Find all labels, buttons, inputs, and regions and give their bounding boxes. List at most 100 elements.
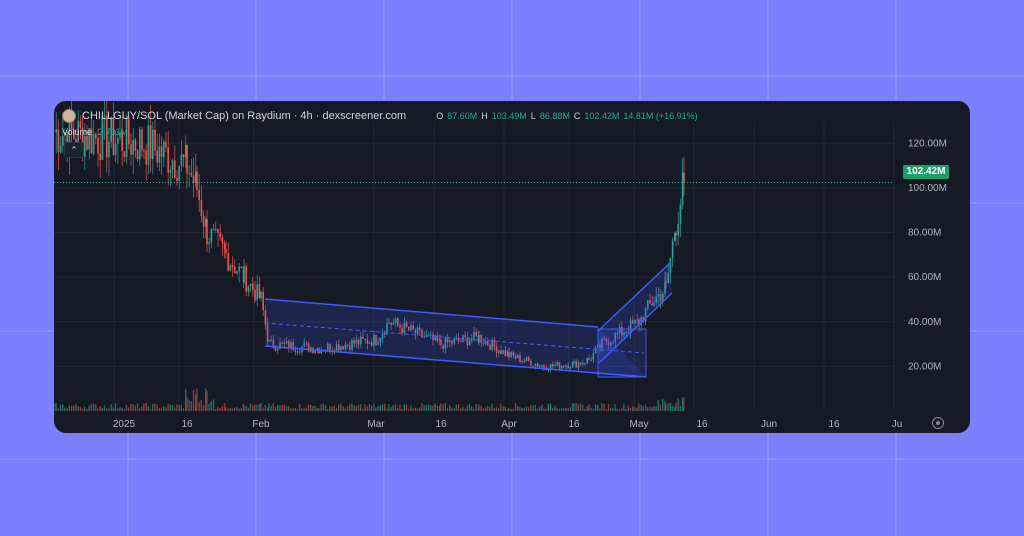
volume-bar [642,406,644,411]
volume-bar [412,408,414,411]
volume-bar [108,408,110,411]
volume-bar [517,405,519,411]
volume-bar [552,408,554,411]
volume-bar [563,408,565,411]
volume-bar [569,407,571,411]
candle-body [117,137,119,144]
volume-bar [70,405,73,411]
candle-body [154,129,156,151]
volume-bar [119,407,121,411]
candle-body [212,229,215,231]
volume-bar [200,400,202,411]
candle-body [219,232,221,238]
x-tick-label: 16 [181,419,193,430]
candle-body [236,271,238,274]
volume-bar [66,408,68,411]
volume-bar [487,405,489,411]
candle-body [681,172,684,205]
pair-title: CHILLGUY/SOL (Market Cap) on Raydium · 4… [82,110,407,122]
volume-bar [236,407,238,411]
volume-bar [414,407,416,411]
volume-bar [408,408,410,411]
volume-bar [188,399,190,411]
volume-bar [264,405,266,411]
volume-bar [549,403,552,411]
volume-bar [462,407,464,411]
volume-bar [644,404,647,411]
ohlc-close-key: C [573,111,581,121]
volume-bar [438,405,441,411]
volume-bar [176,404,178,411]
volume-bar [333,405,335,411]
volume-bar [541,404,543,411]
volume-bar [143,403,145,411]
current-price-badge: 102.42M [903,165,949,179]
volume-bar [262,407,264,411]
volume-value: 2.731M [98,127,129,137]
volume-bar [192,389,195,411]
volume-bar [512,408,514,411]
volume-bar [603,403,605,411]
volume-bar [612,407,614,411]
volume-bar [149,408,152,411]
volume-bar [679,406,681,411]
volume-bar [97,408,99,411]
candle-body [294,350,297,352]
volume-bar [77,406,79,411]
candle-body [86,136,88,150]
candle-body [229,265,232,271]
volume-bar [360,404,362,411]
volume-bar [675,402,677,411]
y-tick-label: 60.00M [908,272,941,283]
volume-bar [294,407,296,411]
candle-body [192,175,195,183]
volume-bar [649,406,651,411]
candle-body [139,129,141,160]
collapse-indicators-button[interactable]: ⌃ [64,142,84,158]
volume-bar [245,405,247,411]
candle-body [136,150,139,160]
volume-bar [480,405,482,411]
candle-body [198,189,200,201]
candle-body [59,145,62,152]
candle-body [156,150,158,163]
volume-bar [397,407,399,411]
volume-bar [510,408,512,411]
volume-bar [274,407,277,411]
chart-panel: 20.00M 40.00M 60.00M 80.00M 100.00M 120.00M 20… [54,101,970,433]
volume-bar [502,406,504,411]
ohlc-open-value: 87.60M [447,111,478,121]
candle-body [683,172,685,183]
volume-bar [432,405,434,411]
volume-bar [594,404,597,411]
settings-icon[interactable] [932,417,944,429]
candle-body [92,134,95,154]
volume-bar [154,403,156,411]
candle-body [101,116,104,160]
volume-bar [605,408,607,411]
volume-bar [296,408,299,411]
volume-bar [112,407,114,411]
ohlc-readout: O 87.60M H 103.49M L 86.88M C 102.42M 14.81M… [436,111,697,121]
volume-bar [92,403,95,411]
volume-bar [478,404,480,411]
volume-bar [399,404,401,411]
volume-bar [125,404,128,411]
volume-bar [272,403,274,411]
price-chart[interactable]: 20.00M 40.00M 60.00M 80.00M 100.00M 120.00M 20… [54,101,970,433]
candle-body [171,160,174,170]
candle-body [217,228,219,233]
y-tick-label: 100.00M [908,183,947,194]
volume-bar [316,408,318,411]
candle-body [245,266,247,292]
volume-bar [567,407,569,411]
volume-bar [132,404,134,411]
volume-bar [579,403,582,411]
volume-bar [59,404,62,411]
volume-bar [110,404,112,411]
candle-body [256,284,258,301]
candle-body [196,171,198,190]
ohlc-change-value: 14.81M (+16.91%) [623,111,698,121]
volume-bar [392,405,394,411]
volume-bar [532,405,534,411]
